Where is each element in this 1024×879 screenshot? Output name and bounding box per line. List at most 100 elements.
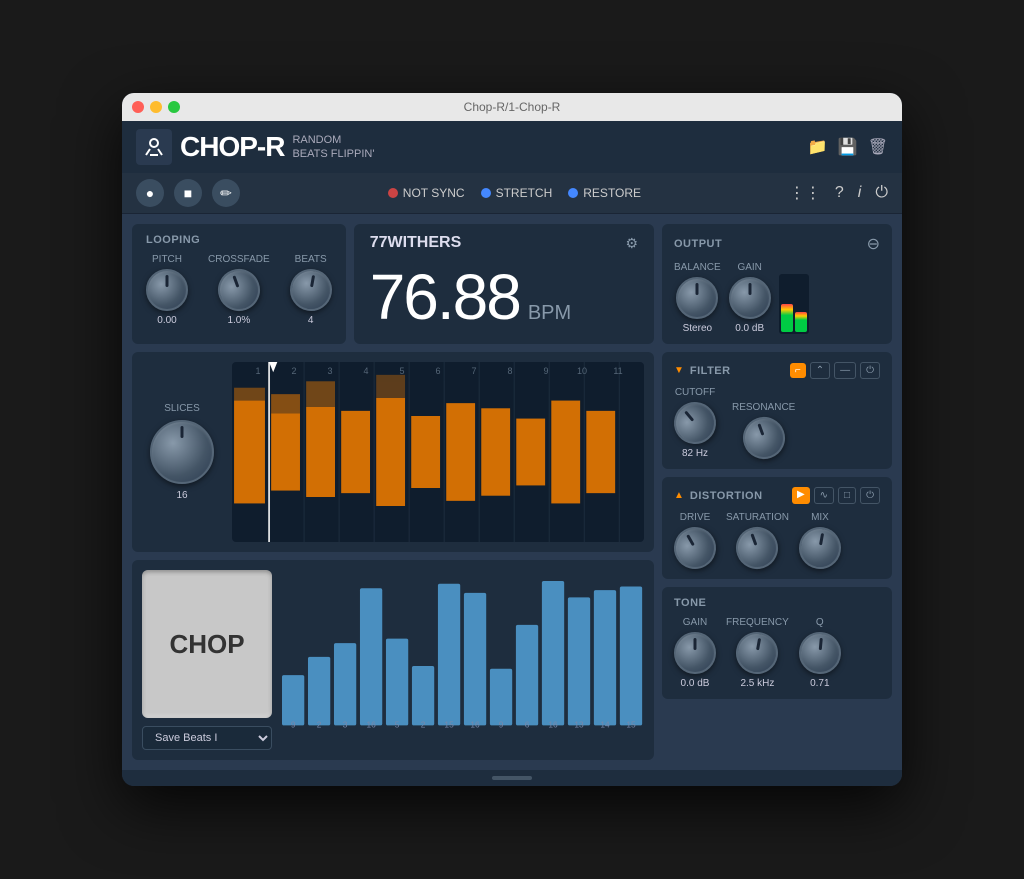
svg-text:2: 2	[317, 719, 322, 729]
distortion-knobs: DRIVE SATURATION MIX	[674, 512, 880, 569]
marker-3: 3	[312, 366, 348, 376]
drive-knob[interactable]	[666, 519, 723, 576]
filter-bandpass-btn[interactable]: ⌃	[810, 362, 830, 379]
chop-pad[interactable]: CHOP	[142, 570, 272, 718]
app-subtitle: RANDOM BEATS FLIPPIN'	[292, 133, 374, 162]
main-content: LOOPING PITCH 0.00 CROSSFADE 1.0%	[122, 214, 902, 770]
beats-knob[interactable]	[286, 266, 335, 315]
trash-icon[interactable]: 🗑	[868, 137, 888, 157]
tone-q-control: Q 0.71	[799, 617, 841, 689]
toolbar-left: ● ■ ✏	[136, 179, 240, 207]
edit-button[interactable]: ✏	[212, 179, 240, 207]
bpm-settings-icon[interactable]: ⚙	[625, 235, 638, 252]
filter-knobs: CUTOFF 82 Hz RESONANCE	[674, 387, 880, 459]
filter-title-area: ▼ FILTER	[674, 365, 731, 377]
app-name: CHOP-R	[180, 131, 284, 163]
svg-text:5: 5	[395, 719, 400, 729]
marker-11: 11	[600, 366, 636, 376]
slices-control: SLICES 16	[142, 403, 222, 501]
waveform-display: 1 2 3 4 5 6 7 8 9 10 11	[232, 362, 644, 542]
mix-knob[interactable]	[796, 524, 845, 573]
looping-section: LOOPING PITCH 0.00 CROSSFADE 1.0%	[132, 224, 346, 344]
tone-title: TONE	[674, 597, 706, 609]
resonance-knob[interactable]	[737, 411, 791, 465]
stop-button[interactable]: ■	[174, 179, 202, 207]
info-icon[interactable]: i	[858, 184, 862, 202]
minimize-button[interactable]	[150, 101, 162, 113]
mix-control: MIX	[799, 512, 841, 569]
sync-restore[interactable]: RESTORE	[568, 186, 641, 200]
header-icons: 📁 💾 🗑	[808, 137, 888, 157]
drive-control: DRIVE	[674, 512, 716, 569]
record-button[interactable]: ●	[136, 179, 164, 207]
waveform-svg	[232, 362, 644, 542]
crossfade-control: CROSSFADE 1.0%	[208, 254, 270, 326]
track-name: 77WITHERS	[370, 234, 462, 252]
marker-8: 8	[492, 366, 528, 376]
toolbar: ● ■ ✏ NOT SYNC STRETCH RESTORE ⋮⋮ ? i ⏻	[122, 173, 902, 214]
sync-restore-label: RESTORE	[583, 186, 641, 200]
beat-bars-display: 9 2 3 16 5 2 15 16 9 6 16 13 14 15	[282, 570, 644, 750]
gain-control: GAIN 0.0 dB	[729, 262, 771, 334]
tone-knobs: GAIN 0.0 dB FREQUENCY 2.5 kHz Q 0.71	[674, 617, 880, 689]
tone-frequency-knob[interactable]	[733, 629, 782, 678]
power-icon[interactable]: ⏻	[875, 184, 888, 202]
filter-dash-btn[interactable]: —	[834, 362, 856, 379]
sync-not[interactable]: NOT SYNC	[388, 186, 465, 200]
gain-knob[interactable]	[729, 277, 771, 319]
app-window: Chop-R/1-Chop-R CHOP-R RANDOM BEATS FLIP…	[122, 93, 902, 786]
crossfade-knob[interactable]	[212, 263, 266, 317]
svg-text:9: 9	[499, 719, 504, 729]
cutoff-knob[interactable]	[665, 393, 724, 452]
filter-power-btn[interactable]: ⏻	[860, 362, 880, 379]
filter-lowpass-btn[interactable]: ⌐	[790, 363, 806, 378]
mixer-icon[interactable]: ⋮⋮	[789, 183, 821, 203]
help-icon[interactable]: ?	[835, 184, 844, 202]
svg-text:13: 13	[574, 719, 584, 729]
distortion-title: DISTORTION	[690, 490, 763, 502]
waveform-markers: 1 2 3 4 5 6 7 8 9 10 11	[232, 366, 644, 376]
save-icon[interactable]: 💾	[838, 137, 858, 157]
output-controls: BALANCE Stereo GAIN 0.0 dB	[674, 262, 880, 334]
dist-power-btn[interactable]: ⏻	[860, 487, 880, 504]
scroll-indicator	[122, 770, 902, 786]
slices-knob[interactable]	[150, 420, 214, 484]
scroll-thumb[interactable]	[492, 776, 532, 780]
bpm-unit: BPM	[528, 302, 571, 325]
looping-title: LOOPING	[146, 234, 332, 246]
sync-not-label: NOT SYNC	[403, 186, 465, 200]
left-panel: LOOPING PITCH 0.00 CROSSFADE 1.0%	[132, 224, 654, 760]
cutoff-control: CUTOFF 82 Hz	[674, 387, 716, 459]
vu-right	[795, 312, 807, 332]
filter-title: FILTER	[690, 365, 731, 377]
tone-gain-knob[interactable]	[674, 632, 716, 674]
marker-9: 9	[528, 366, 564, 376]
dist-square-btn[interactable]: □	[838, 487, 856, 504]
maximize-button[interactable]	[168, 101, 180, 113]
bpm-section: 77WITHERS ⚙ 76.88 BPM	[354, 224, 654, 344]
balance-knob[interactable]	[676, 277, 718, 319]
output-collapse-icon[interactable]: ⊖	[867, 234, 880, 254]
window-title: Chop-R/1-Chop-R	[464, 100, 561, 114]
bpm-value: 76.88	[370, 260, 520, 334]
save-beats-select[interactable]: Save Beats I	[142, 726, 272, 750]
close-button[interactable]	[132, 101, 144, 113]
pitch-knob[interactable]	[146, 269, 188, 311]
marker-7: 7	[456, 366, 492, 376]
svg-text:15: 15	[444, 719, 454, 729]
folder-icon[interactable]: 📁	[808, 137, 828, 157]
titlebar: Chop-R/1-Chop-R	[122, 93, 902, 121]
beat-bars-svg: 9 2 3 16 5 2 15 16 9 6 16 13 14 15	[282, 570, 644, 730]
marker-2: 2	[276, 366, 312, 376]
saturation-control: SATURATION	[726, 512, 789, 569]
filter-collapse-icon[interactable]: ▼	[674, 365, 684, 376]
distortion-expand-icon[interactable]: ▲	[674, 490, 684, 501]
tone-gain-control: GAIN 0.0 dB	[674, 617, 716, 689]
dist-wave-btn[interactable]: ∿	[814, 487, 834, 504]
toolbar-center: NOT SYNC STRETCH RESTORE	[388, 186, 641, 200]
dist-play-btn[interactable]: ▶	[792, 487, 810, 504]
marker-5: 5	[384, 366, 420, 376]
tone-q-knob[interactable]	[797, 630, 843, 676]
sync-stretch[interactable]: STRETCH	[481, 186, 553, 200]
saturation-knob[interactable]	[731, 521, 785, 575]
